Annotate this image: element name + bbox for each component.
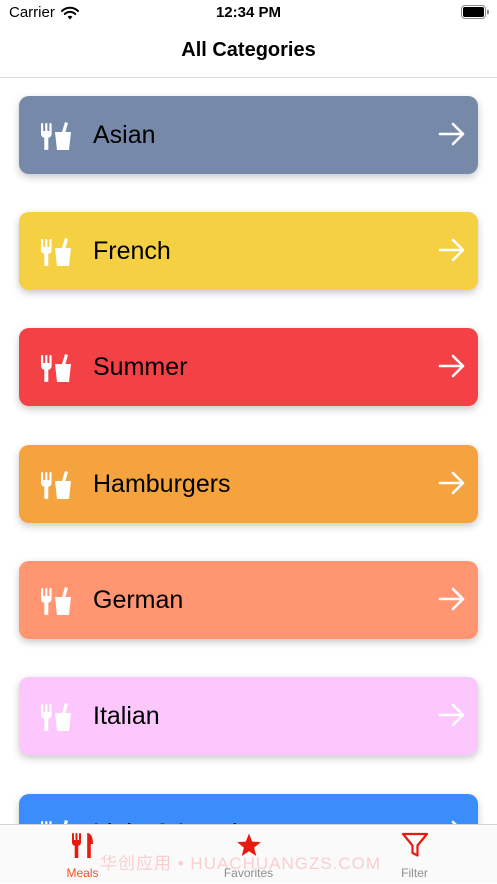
category-card[interactable]: Asian [19,96,478,174]
tab-meals[interactable]: Meals [0,825,165,884]
fork-drink-icon [41,354,71,382]
fork-drink-icon [41,820,68,824]
category-card[interactable]: Light & Lovely [19,794,478,824]
status-time: 12:34 PM [215,4,282,21]
category-label: Asian [93,121,156,149]
category-label: Italian [93,702,160,730]
fork-drink-icon [41,471,71,499]
arrow-right-icon [438,587,465,611]
category-label: Summer [93,353,188,381]
category-card[interactable]: Italian [19,677,478,755]
star-icon [236,833,261,856]
category-list[interactable]: Asian French Summer Hamburgers German It… [0,78,497,824]
tab-filter[interactable]: Filter [332,825,497,884]
tab-label: Favorites [223,866,274,880]
fork-drink-icon [41,703,71,731]
category-card[interactable]: Hamburgers [19,445,478,523]
arrow-right-icon [438,703,465,727]
category-card[interactable]: German [19,561,478,639]
arrow-right-icon [438,122,465,146]
category-label: German [93,586,184,614]
category-card[interactable]: Summer [19,328,478,406]
navigation-bar: All Categories [0,26,497,78]
category-label: French [93,237,171,265]
tab-bar: Meals Favorites Filter [0,824,497,883]
battery-icon [461,5,489,19]
fork-drink-icon [41,122,71,150]
tab-favorites[interactable]: Favorites [166,825,331,884]
page-title: All Categories [181,39,316,61]
arrow-right-icon [438,354,465,378]
fork-drink-icon [41,238,71,266]
tab-label: Filter [401,866,428,880]
category-label: Hamburgers [93,470,231,498]
fork-drink-icon [41,587,71,615]
fork-knife-icon [71,833,93,858]
tab-label: Meals [66,866,99,880]
category-card[interactable]: French [19,212,478,290]
status-bar: Carrier 12:34 PM [0,0,497,26]
filter-icon [401,832,428,857]
arrow-right-icon [438,238,465,262]
category-label: Light & Lovely [93,816,250,824]
arrow-right-icon [438,471,465,495]
